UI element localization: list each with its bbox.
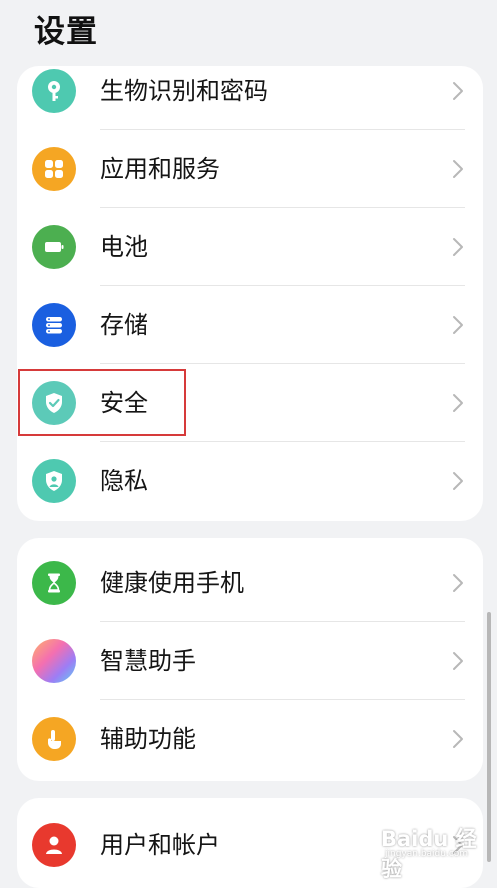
settings-group-2: 健康使用手机 智慧助手 辅助功能 [17, 538, 483, 781]
settings-item-label: 用户和帐户 [100, 831, 220, 859]
settings-item-storage[interactable]: 存储 [17, 286, 483, 364]
assistant-orb-icon [32, 639, 76, 683]
settings-item-label: 健康使用手机 [100, 569, 244, 597]
hourglass-icon [32, 561, 76, 605]
settings-item-label: 隐私 [100, 467, 148, 495]
chevron-right-icon [451, 314, 465, 336]
watermark-url: jingyan.baidu.com [385, 849, 469, 859]
settings-item-apps-services[interactable]: 应用和服务 [17, 130, 483, 208]
settings-item-label: 应用和服务 [100, 155, 220, 183]
settings-item-battery[interactable]: 电池 [17, 208, 483, 286]
apps-grid-icon [32, 147, 76, 191]
annotation-highlight-box [18, 369, 186, 436]
settings-group-1: 生物识别和密码 应用和服务 电池 存储 安全 隐私 [17, 66, 483, 521]
settings-item-label: 生物识别和密码 [100, 77, 268, 105]
chevron-right-icon [451, 392, 465, 414]
battery-icon [32, 225, 76, 269]
key-icon [32, 69, 76, 113]
settings-item-digital-wellbeing[interactable]: 健康使用手机 [17, 544, 483, 622]
chevron-right-icon [451, 158, 465, 180]
chevron-right-icon [451, 80, 465, 102]
settings-item-label: 智慧助手 [100, 647, 196, 675]
chevron-right-icon [451, 650, 465, 672]
chevron-right-icon [451, 236, 465, 258]
hand-pointer-icon [32, 717, 76, 761]
chevron-right-icon [451, 470, 465, 492]
settings-item-accessibility[interactable]: 辅助功能 [17, 700, 483, 778]
settings-item-label: 电池 [100, 233, 148, 261]
watermark: Baidu 经验 jingyan.baidu.com [381, 823, 489, 881]
chevron-right-icon [451, 572, 465, 594]
storage-icon [32, 303, 76, 347]
settings-item-biometrics[interactable]: 生物识别和密码 [17, 66, 483, 130]
settings-item-label: 存储 [100, 311, 148, 339]
user-icon [32, 823, 76, 867]
settings-item-privacy[interactable]: 隐私 [17, 442, 483, 520]
settings-item-smart-assistant[interactable]: 智慧助手 [17, 622, 483, 700]
settings-item-label: 辅助功能 [100, 725, 196, 753]
chevron-right-icon [451, 728, 465, 750]
page-title: 设置 [34, 14, 98, 50]
privacy-shield-icon [32, 459, 76, 503]
